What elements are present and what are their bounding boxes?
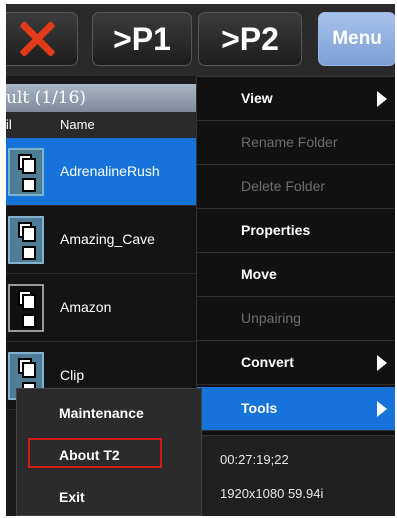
clip-thumbnail-icon — [8, 148, 44, 196]
list-item[interactable]: Amazon — [6, 274, 196, 342]
format-value: 1920x1080 59.94i — [220, 486, 324, 501]
app-window: >P1 >P2 Menu ult (1/16) il Name Adrenali… — [6, 4, 395, 516]
submenu-arrow-icon — [377, 355, 387, 371]
submenu-item-maintenance[interactable]: Maintenance — [17, 393, 203, 435]
list-item-name: Clip — [60, 367, 85, 383]
submenu-arrow-icon — [377, 401, 387, 417]
menu-item-unpairing: Unpairing — [197, 297, 395, 341]
submenu-item-exit[interactable]: Exit — [17, 477, 203, 516]
close-x-icon — [17, 19, 57, 59]
menu-button[interactable]: Menu — [318, 12, 395, 66]
menu-item-properties[interactable]: Properties — [197, 209, 395, 253]
menu-item-rename-folder: Rename Folder — [197, 121, 395, 165]
p1-button[interactable]: >P1 — [92, 12, 192, 66]
toolbar: >P1 >P2 Menu — [6, 4, 395, 76]
list-item-name: Amazon — [60, 299, 112, 315]
list-item[interactable]: AdrenalineRush — [6, 138, 196, 206]
column-header-name[interactable]: Name — [60, 117, 95, 132]
menu-item-move[interactable]: Move — [197, 253, 395, 297]
clip-thumbnail-icon — [8, 216, 44, 264]
list-item-name: AdrenalineRush — [60, 163, 160, 179]
menu-item-view[interactable]: View — [197, 77, 395, 121]
menu-item-tools[interactable]: Tools — [197, 387, 395, 431]
column-header-left[interactable]: il — [6, 117, 12, 132]
list-item[interactable]: Amazing_Cave — [6, 206, 196, 274]
context-menu: View Rename Folder Delete Folder Propert… — [196, 76, 395, 436]
p2-button[interactable]: >P2 — [198, 12, 302, 66]
timecode-value: 00:27:19;22 — [220, 452, 289, 467]
menu-item-delete-folder: Delete Folder — [197, 165, 395, 209]
column-header: il Name — [6, 112, 196, 138]
menu-item-convert[interactable]: Convert — [197, 341, 395, 385]
close-button[interactable] — [6, 12, 78, 66]
list-title: ult (1/16) — [6, 84, 196, 112]
about-highlight-box — [28, 438, 162, 468]
submenu-arrow-icon — [377, 91, 387, 107]
clip-thumbnail-icon — [8, 284, 44, 332]
list-item-name: Amazing_Cave — [60, 231, 155, 247]
